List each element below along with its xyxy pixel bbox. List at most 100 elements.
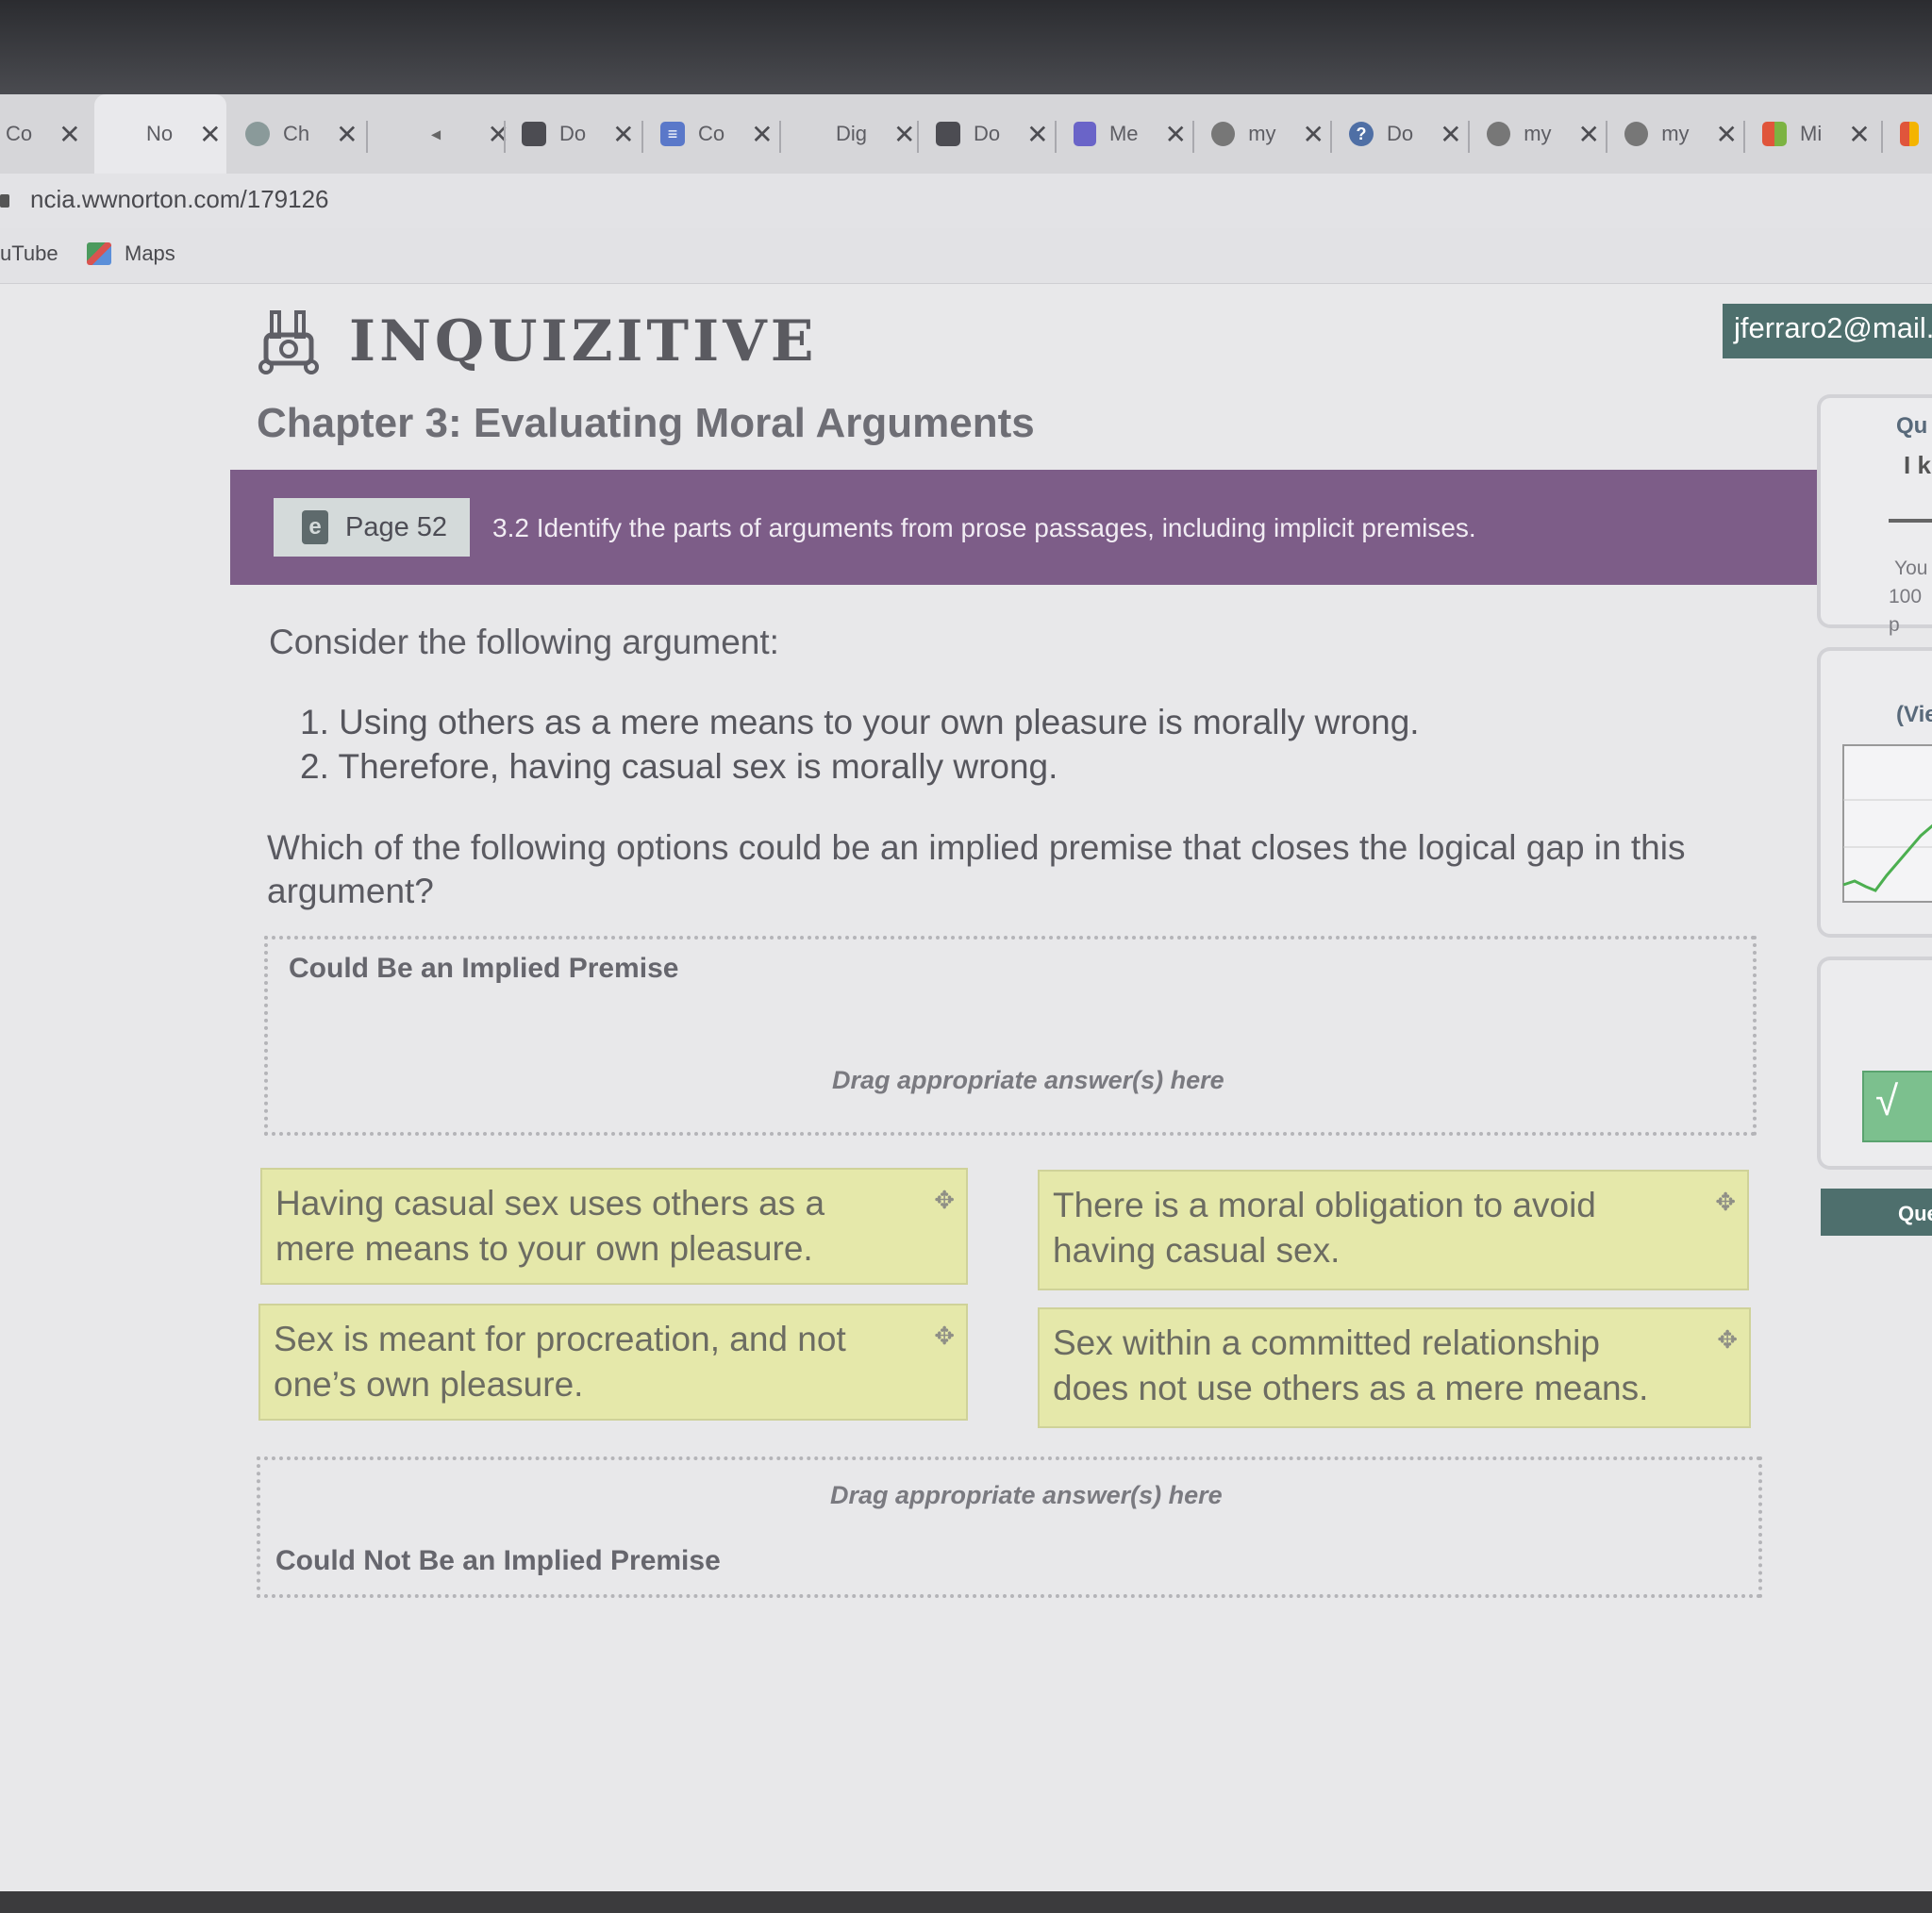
question-prompt: Which of the following options could be …	[267, 828, 1686, 910]
tab-4[interactable]: ◂ ✕	[425, 94, 509, 174]
close-icon[interactable]: ✕	[612, 119, 634, 150]
close-icon[interactable]: ✕	[58, 119, 80, 150]
tab-divider	[1881, 121, 1883, 153]
question-list-button[interactable]: Que	[1821, 1189, 1932, 1236]
url-text: ncia.wwnorton.com/179126	[30, 185, 329, 213]
correct-check-icon: √	[1862, 1071, 1932, 1142]
close-icon[interactable]: ✕	[1026, 119, 1048, 150]
app-logo-text: INQUIZITIVE	[349, 308, 818, 374]
close-icon[interactable]: ✕	[1716, 119, 1738, 150]
argument-list: 1. Using others as a mere means to your …	[300, 700, 1420, 789]
tab-label: Me	[1108, 122, 1139, 145]
tab-12[interactable]: my ✕	[1487, 94, 1600, 174]
tab-divider	[504, 121, 506, 153]
tab-14[interactable]: Mi ✕	[1762, 94, 1879, 174]
answer-card[interactable]: Sex within a committed relationship does…	[1038, 1307, 1751, 1428]
tab-divider	[1606, 121, 1607, 153]
learning-objective-bar: e Page 52 3.2 Identify the parts of argu…	[230, 470, 1819, 585]
tab-divider	[1743, 121, 1745, 153]
close-icon[interactable]: ✕	[1440, 119, 1461, 150]
bookmark-maps[interactable]: Maps	[87, 241, 175, 266]
tab-label: Do	[1387, 122, 1414, 145]
tab-label: Do	[974, 122, 1001, 145]
close-icon[interactable]: ✕	[336, 119, 358, 150]
drag-handle-icon[interactable]: ✥	[934, 1177, 955, 1223]
dropzone-hint: Drag appropriate answer(s) here	[830, 1481, 1223, 1509]
tab-divider	[1192, 121, 1194, 153]
tab-13[interactable]: my ✕	[1624, 94, 1738, 174]
lock-icon	[0, 194, 9, 208]
tab-2[interactable]: No ✕	[94, 94, 226, 174]
inquizitive-logo: INQUIZITIVE	[255, 307, 817, 376]
tab-divider	[366, 121, 368, 153]
user-account-button[interactable]: jferraro2@mail.	[1723, 304, 1932, 358]
close-icon[interactable]: ✕	[751, 119, 773, 150]
tab-8[interactable]: Do ✕	[936, 94, 1049, 174]
dropzone-could-be[interactable]: Could Be an Implied Premise Drag appropr…	[264, 936, 1757, 1136]
address-bar[interactable]: ncia.wwnorton.com/179126	[0, 174, 1932, 228]
bookmark-youtube[interactable]: uTube	[0, 241, 58, 266]
objective-text: 3.2 Identify the parts of arguments from…	[492, 513, 1476, 542]
answer-card[interactable]: Having casual sex uses others as a mere …	[260, 1168, 968, 1285]
tab-10[interactable]: my ✕	[1211, 94, 1324, 174]
inquizitive-logo-icon	[258, 310, 319, 374]
tab-11[interactable]: ? Do ✕	[1349, 94, 1462, 174]
tab-label: Co	[698, 122, 725, 145]
argument-premise: 1. Using others as a mere means to your …	[300, 703, 1420, 741]
answer-text: Sex is meant for procreation, and not on…	[274, 1320, 846, 1404]
close-icon[interactable]: ✕	[893, 119, 915, 150]
close-icon[interactable]: ✕	[1165, 119, 1187, 150]
tab-label: Mi	[1800, 122, 1823, 145]
globe-icon	[1211, 122, 1236, 146]
drag-handle-icon[interactable]: ✥	[1717, 1317, 1738, 1362]
tab-label: my	[1524, 122, 1552, 145]
bookmarks-bar: uTube Maps	[0, 228, 1932, 284]
list-icon: ≡	[660, 122, 685, 146]
tab-3[interactable]: Ch ✕	[245, 94, 368, 174]
close-icon[interactable]: ✕	[1303, 119, 1324, 150]
ebook-page-button[interactable]: e Page 52	[274, 498, 470, 557]
drag-handle-icon[interactable]: ✥	[1715, 1179, 1736, 1224]
close-icon[interactable]: ✕	[1848, 119, 1870, 150]
answer-card[interactable]: Sex is meant for procreation, and not on…	[258, 1304, 968, 1421]
page-label: Page 52	[345, 511, 448, 542]
tab-15[interactable]	[1900, 94, 1932, 174]
screen-bezel-bottom	[0, 1891, 1932, 1913]
tab-label: my	[1248, 122, 1276, 145]
url-field[interactable]: ncia.wwnorton.com/179126	[0, 185, 329, 214]
screen-bezel-top	[0, 0, 1932, 94]
bookmark-label: uTube	[0, 241, 58, 265]
side-divider	[1889, 519, 1932, 523]
chat-icon	[245, 122, 270, 146]
tab-6[interactable]: ≡ Co ✕	[660, 94, 774, 174]
chapter-title: Chapter 3: Evaluating Moral Arguments	[257, 400, 1035, 446]
tab-1[interactable]: Co ✕	[6, 94, 81, 174]
ebook-icon: e	[302, 510, 328, 544]
answer-text: There is a moral obligation to avoid hav…	[1053, 1186, 1596, 1270]
tab-label: Ch	[283, 122, 310, 145]
maps-icon	[87, 242, 111, 265]
side-you-text: You	[1894, 557, 1928, 579]
globe-icon	[1624, 122, 1649, 146]
tab-divider	[641, 121, 643, 153]
dropzone-hint: Drag appropriate answer(s) here	[832, 1066, 1224, 1094]
tab-7[interactable]: Dig ✕	[836, 94, 930, 174]
close-icon[interactable]: ✕	[199, 119, 221, 150]
close-icon[interactable]: ✕	[488, 119, 509, 150]
answer-card[interactable]: There is a moral obligation to avoid hav…	[1038, 1170, 1749, 1290]
side-view-link[interactable]: (Vie	[1896, 702, 1932, 728]
tab-5[interactable]: Do ✕	[522, 94, 635, 174]
tab-9[interactable]: Me ✕	[1074, 94, 1187, 174]
tab-label: my	[1661, 122, 1690, 145]
answer-text: Sex within a committed relationship does…	[1053, 1323, 1649, 1407]
dropzone-could-not-be[interactable]: Drag appropriate answer(s) here Could No…	[257, 1456, 1762, 1598]
bookmark-label: Maps	[125, 241, 175, 265]
doc-icon	[936, 122, 960, 146]
close-icon[interactable]: ✕	[1578, 119, 1600, 150]
dropzone-title: Could Not Be an Implied Premise	[275, 1545, 721, 1576]
tab-divider	[1330, 121, 1332, 153]
drag-handle-icon[interactable]: ✥	[934, 1313, 955, 1358]
side-panel-chart: (Vie	[1817, 647, 1932, 938]
tab-divider	[779, 121, 781, 153]
shield-icon	[1074, 122, 1096, 146]
